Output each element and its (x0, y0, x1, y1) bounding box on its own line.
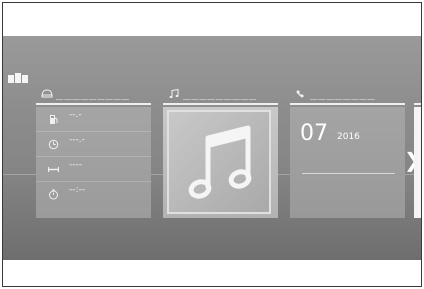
audio-panel[interactable]: _________ (163, 86, 278, 218)
range-value: ---- (69, 160, 82, 170)
next-panel-body (414, 107, 421, 218)
date-day: 07 (300, 121, 328, 146)
phone-icon (296, 90, 304, 98)
phone-panel-title: ________ (310, 86, 376, 100)
fuel-value: --.- (69, 110, 82, 120)
speed-value: ---.- (69, 135, 85, 145)
next-panel[interactable] (414, 87, 421, 218)
phone-panel[interactable]: ________ 07 2016 (290, 86, 405, 218)
phone-panel-body: 07 2016 (290, 107, 405, 218)
audio-panel-body (163, 107, 278, 218)
info-row-range: ---- (36, 157, 151, 182)
car-icon (41, 89, 53, 98)
vehicle-panel-title: _________ (56, 86, 131, 100)
music-note-icon (188, 125, 252, 199)
vehicle-side-icon (8, 73, 28, 83)
settings-icon (419, 89, 421, 99)
speed-icon (48, 139, 59, 150)
info-row-timer: --:-- (36, 182, 151, 206)
album-art[interactable] (167, 110, 271, 214)
info-row-speed: ---.- (36, 132, 151, 157)
audio-panel-title: _________ (183, 86, 258, 100)
next-panel-header (414, 87, 421, 105)
date-year: 2016 (337, 132, 360, 142)
music-note-small-icon (169, 89, 179, 98)
vehicle-panel-body: --.- ---.- ---- --:-- (36, 107, 151, 218)
audio-panel-header: _________ (163, 86, 278, 105)
infotainment-screen: _________ --.- ---.- ---- --:-- ________… (3, 36, 421, 260)
phone-panel-header: ________ (290, 86, 405, 105)
vehicle-panel-header: _________ (36, 86, 151, 105)
info-row-fuel: --.- (36, 107, 151, 132)
fuel-icon (50, 115, 58, 124)
figure-frame: _________ --.- ---.- ---- --:-- ________… (2, 2, 422, 287)
timer-icon (49, 189, 58, 200)
date-underline (302, 173, 395, 174)
vehicle-panel[interactable]: _________ --.- ---.- ---- --:-- (36, 86, 151, 218)
timer-value: --:-- (69, 185, 86, 195)
range-icon (48, 167, 59, 172)
